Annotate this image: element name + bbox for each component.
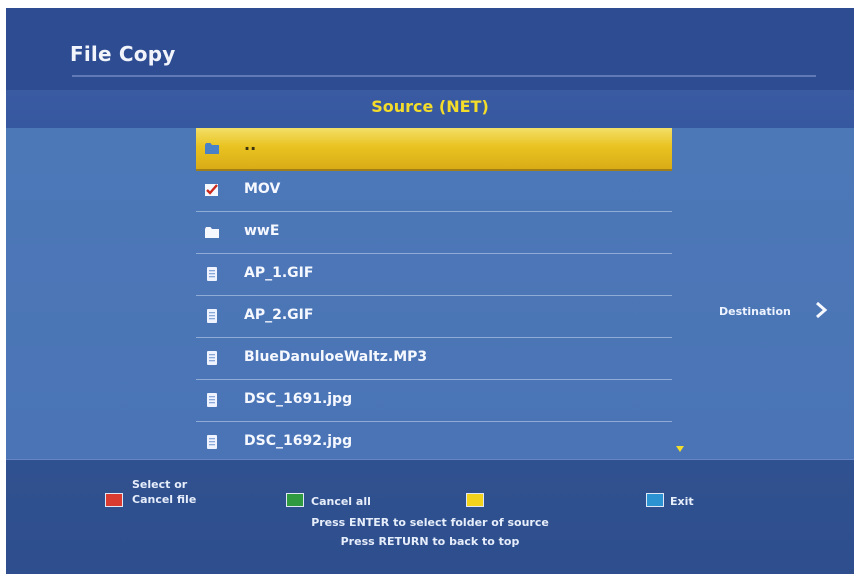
return-hint: Press RETURN to back to top: [340, 535, 520, 548]
title-divider: [72, 75, 816, 77]
chevron-right-icon[interactable]: [814, 300, 828, 320]
list-item-bluedanuloe[interactable]: BlueDanuloeWaltz.MP3: [196, 338, 672, 380]
list-item-label: AP_2.GIF: [244, 307, 314, 323]
file-list-panel: .. MOV wwE AP_1.GIF AP_2.GIF BlueDanuloe…: [6, 128, 854, 464]
scroll-down-indicator[interactable]: [676, 446, 684, 452]
list-item-label: ..: [244, 135, 257, 154]
source-header: Source (NET): [6, 90, 854, 129]
file-icon: [207, 435, 217, 449]
list-item-label: DSC_1692.jpg: [244, 433, 353, 449]
blue-key-swatch[interactable]: [646, 493, 664, 507]
red-key-swatch[interactable]: [105, 493, 123, 507]
title-bar: File Copy: [6, 8, 854, 90]
source-title: Source (NET): [371, 97, 489, 116]
enter-hint: Press ENTER to select folder of source: [311, 516, 549, 529]
folder-icon: [205, 143, 219, 154]
list-item-label: DSC_1691.jpg: [244, 391, 353, 407]
blue-key-label: Exit: [670, 495, 694, 508]
file-icon: [207, 309, 217, 323]
red-key-label-line2: Cancel file: [132, 493, 197, 506]
checked-icon: [205, 184, 218, 196]
list-item-ap2[interactable]: AP_2.GIF: [196, 296, 672, 338]
folder-icon: [205, 227, 219, 238]
list-item-label: MOV: [244, 181, 281, 197]
file-icon: [207, 393, 217, 407]
footer-legend: Select or Cancel file Cancel all Exit Pr…: [6, 459, 854, 574]
destination-label[interactable]: Destination: [719, 305, 791, 318]
app-title: File Copy: [70, 42, 176, 66]
list-item-wwe[interactable]: wwE: [196, 212, 672, 254]
file-icon: [207, 351, 217, 365]
list-item-mov[interactable]: MOV: [196, 170, 672, 212]
list-item-label: BlueDanuloeWaltz.MP3: [244, 349, 428, 365]
list-item-parent-folder[interactable]: ..: [196, 128, 672, 171]
green-key-swatch[interactable]: [286, 493, 304, 507]
file-icon: [207, 267, 217, 281]
list-item-ap1[interactable]: AP_1.GIF: [196, 254, 672, 296]
list-item-dsc1692[interactable]: DSC_1692.jpg: [196, 422, 672, 464]
red-key-label-line1: Select or: [132, 478, 188, 491]
yellow-key-swatch[interactable]: [466, 493, 484, 507]
list-item-label: wwE: [244, 223, 280, 239]
list-item-dsc1691[interactable]: DSC_1691.jpg: [196, 380, 672, 422]
file-copy-screen: File Copy Source (NET) .. MOV wwE AP_1.G…: [6, 8, 854, 574]
file-list: .. MOV wwE AP_1.GIF AP_2.GIF BlueDanuloe…: [196, 128, 672, 464]
green-key-label: Cancel all: [311, 495, 371, 508]
list-item-label: AP_1.GIF: [244, 265, 314, 281]
